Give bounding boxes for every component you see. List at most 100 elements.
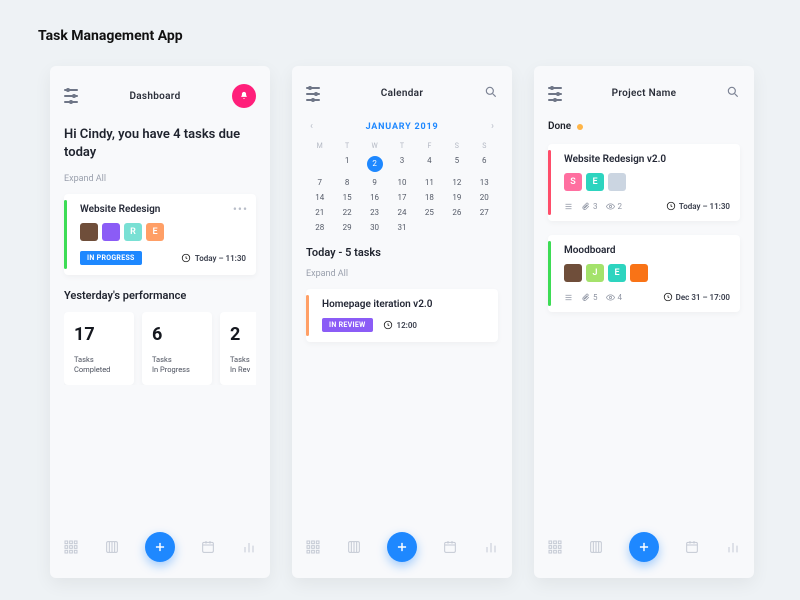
card-stripe	[548, 150, 551, 215]
calendar-dow: M	[306, 142, 333, 150]
settings-icon[interactable]	[548, 87, 562, 101]
calendar-day[interactable]: 26	[443, 208, 470, 217]
add-button[interactable]	[145, 532, 175, 562]
add-button[interactable]	[387, 532, 417, 562]
calendar-day	[416, 223, 443, 232]
stat-number: 6	[152, 324, 202, 345]
calendar-day[interactable]: 30	[361, 223, 388, 232]
stat-number: 2	[230, 324, 256, 345]
performance-heading: Yesterday's performance	[64, 289, 256, 302]
status-filter[interactable]: Done	[548, 121, 740, 132]
card-more-icon[interactable]: •••	[233, 202, 248, 216]
tab-list[interactable]	[104, 539, 120, 555]
tab-grid[interactable]	[63, 539, 79, 555]
avatar: E	[586, 173, 604, 191]
calendar-day[interactable]: 2	[361, 156, 388, 172]
calendar-day[interactable]: 22	[333, 208, 360, 217]
calendar-day[interactable]: 10	[388, 178, 415, 187]
calendar-day[interactable]: 20	[471, 193, 498, 202]
due-time: Today – 11:30	[181, 253, 246, 263]
due-time: 12:00	[383, 320, 417, 330]
calendar-day[interactable]: 24	[388, 208, 415, 217]
expand-all-link[interactable]: Expand All	[306, 269, 498, 279]
calendar-day[interactable]: 15	[333, 193, 360, 202]
list-count	[564, 202, 573, 211]
calendar-day[interactable]: 19	[443, 193, 470, 202]
task-card[interactable]: MoodboardJE54Dec 31 – 17:00	[548, 235, 740, 312]
calendar-day[interactable]: 21	[306, 208, 333, 217]
prev-month-button[interactable]: ‹	[306, 121, 317, 132]
avatar	[630, 264, 648, 282]
tab-stats[interactable]	[241, 539, 257, 555]
settings-icon[interactable]	[306, 87, 320, 101]
add-button[interactable]	[629, 532, 659, 562]
tab-calendar[interactable]	[442, 539, 458, 555]
calendar-month: JANUARY 2019	[366, 122, 439, 132]
app-title: Task Management App	[38, 28, 183, 44]
clock-icon	[383, 320, 393, 330]
status-badge: IN PROGRESS	[80, 251, 142, 265]
calendar-day[interactable]: 25	[416, 208, 443, 217]
tab-bar	[534, 522, 754, 572]
tab-bar	[50, 522, 270, 572]
calendar-day[interactable]: 31	[388, 223, 415, 232]
calendar-day[interactable]: 13	[471, 178, 498, 187]
greeting-text: Hi Cindy, you have 4 tasks due today	[64, 126, 256, 162]
avatar-row: JE	[564, 264, 730, 282]
calendar-day[interactable]: 4	[416, 156, 443, 172]
calendar-day[interactable]: 23	[361, 208, 388, 217]
due-time: Today – 11:30	[666, 201, 730, 211]
calendar-grid[interactable]: MTWTFSS123456789101112131415161718192021…	[306, 142, 498, 232]
calendar-day[interactable]: 17	[388, 193, 415, 202]
calendar-day[interactable]: 11	[416, 178, 443, 187]
card-stripe	[306, 295, 309, 336]
calendar-day	[471, 223, 498, 232]
next-month-button[interactable]: ›	[487, 121, 498, 132]
calendar-day[interactable]: 28	[306, 223, 333, 232]
stat-card[interactable]: 6 TasksIn Progress	[142, 312, 212, 385]
calendar-dow: F	[416, 142, 443, 150]
tab-stats[interactable]	[725, 539, 741, 555]
calendar-day[interactable]: 12	[443, 178, 470, 187]
stat-card[interactable]: 17TasksCompleted	[64, 312, 134, 385]
calendar-day[interactable]: 8	[333, 178, 360, 187]
calendar-dow: W	[361, 142, 388, 150]
calendar-dow: T	[388, 142, 415, 150]
calendar-day	[306, 156, 333, 172]
calendar-dow: S	[471, 142, 498, 150]
tab-list[interactable]	[346, 539, 362, 555]
calendar-day[interactable]: 14	[306, 193, 333, 202]
tab-grid[interactable]	[547, 539, 563, 555]
tab-stats[interactable]	[483, 539, 499, 555]
expand-all-link[interactable]: Expand All	[64, 174, 256, 184]
list-count	[564, 293, 573, 302]
stat-label: TasksCompleted	[74, 355, 124, 375]
settings-icon[interactable]	[64, 89, 78, 103]
calendar-day[interactable]: 7	[306, 178, 333, 187]
avatar: E	[608, 264, 626, 282]
avatar	[608, 173, 626, 191]
calendar-day[interactable]: 18	[416, 193, 443, 202]
calendar-day[interactable]: 5	[443, 156, 470, 172]
calendar-day[interactable]: 3	[388, 156, 415, 172]
tab-grid[interactable]	[305, 539, 321, 555]
tab-calendar[interactable]	[200, 539, 216, 555]
calendar-day[interactable]: 27	[471, 208, 498, 217]
tab-list[interactable]	[588, 539, 604, 555]
tab-calendar[interactable]	[684, 539, 700, 555]
calendar-day[interactable]: 6	[471, 156, 498, 172]
stat-card[interactable]: 2TasksIn Rev	[220, 312, 256, 385]
search-button[interactable]	[484, 84, 498, 103]
task-card[interactable]: ••• Website Redesign RE IN PROGRESS Toda…	[64, 194, 256, 275]
stat-label: TasksIn Progress	[152, 355, 202, 375]
calendar-day[interactable]: 29	[333, 223, 360, 232]
task-card[interactable]: Website Redesign v2.0SE32Today – 11:30	[548, 144, 740, 221]
calendar-day[interactable]: 1	[333, 156, 360, 172]
notifications-button[interactable]	[232, 84, 256, 108]
status-badge: IN REVIEW	[322, 318, 373, 332]
search-button[interactable]	[726, 84, 740, 103]
card-title: Homepage iteration v2.0	[322, 299, 488, 310]
calendar-day[interactable]: 16	[361, 193, 388, 202]
task-card[interactable]: Homepage iteration v2.0 IN REVIEW 12:00	[306, 289, 498, 342]
calendar-day[interactable]: 9	[361, 178, 388, 187]
